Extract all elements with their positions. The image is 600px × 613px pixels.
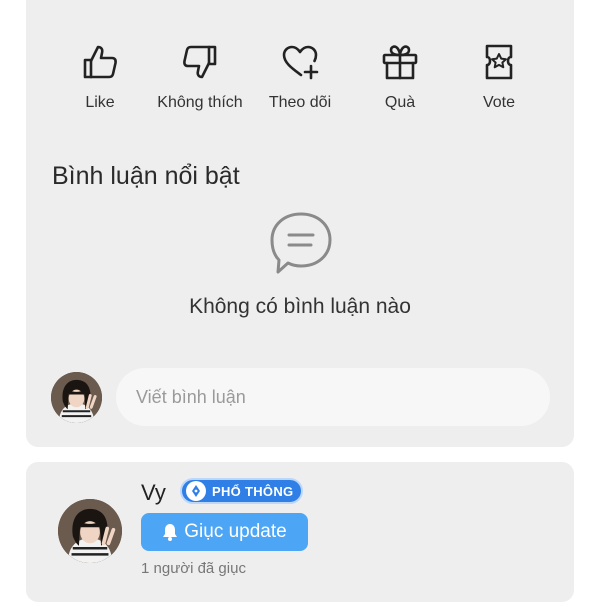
comment-input[interactable]	[116, 368, 550, 426]
bell-icon	[162, 523, 178, 541]
thumbs-down-icon	[183, 45, 217, 79]
gift-label: Quà	[384, 94, 416, 111]
vote-label: Vote	[482, 94, 516, 111]
gift-icon	[382, 45, 418, 80]
urge-update-button[interactable]: Giục update	[141, 513, 308, 551]
featured-comments-title: Bình luận nổi bật	[52, 162, 240, 190]
action-bar: Like Không thích Theo dõi Quà Vote	[26, 38, 574, 118]
gift-button[interactable]: Quà	[345, 38, 455, 118]
vote-button[interactable]: Vote	[444, 38, 554, 118]
dislike-button[interactable]: Không thích	[145, 38, 255, 118]
author-card: Vy PHỔ THÔNG Giục update 1 người đã giục	[26, 462, 574, 602]
ticket-star-icon	[485, 44, 513, 80]
heart-plus-icon	[282, 45, 319, 80]
follow-button[interactable]: Theo dõi	[245, 38, 355, 118]
membership-badge: PHỔ THÔNG	[180, 478, 304, 504]
like-label: Like	[85, 94, 115, 111]
badge-text: PHỔ THÔNG	[212, 483, 294, 499]
urge-count-text: 1 người đã giục	[141, 560, 246, 577]
follow-label: Theo dõi	[268, 94, 332, 111]
story-interaction-card: Like Không thích Theo dõi Quà Vote Bình …	[26, 0, 574, 447]
like-button[interactable]: Like	[45, 38, 155, 118]
no-comments-text: Không có bình luận nào	[189, 295, 411, 318]
thumbs-up-icon	[83, 45, 117, 79]
dislike-label: Không thích	[157, 94, 243, 111]
urge-update-label: Giục update	[184, 521, 287, 542]
current-user-avatar[interactable]	[51, 372, 102, 423]
pen-nib-icon	[186, 481, 206, 501]
author-avatar[interactable]	[58, 499, 122, 563]
author-name[interactable]: Vy	[141, 480, 166, 506]
chat-bubble-icon	[270, 212, 332, 274]
